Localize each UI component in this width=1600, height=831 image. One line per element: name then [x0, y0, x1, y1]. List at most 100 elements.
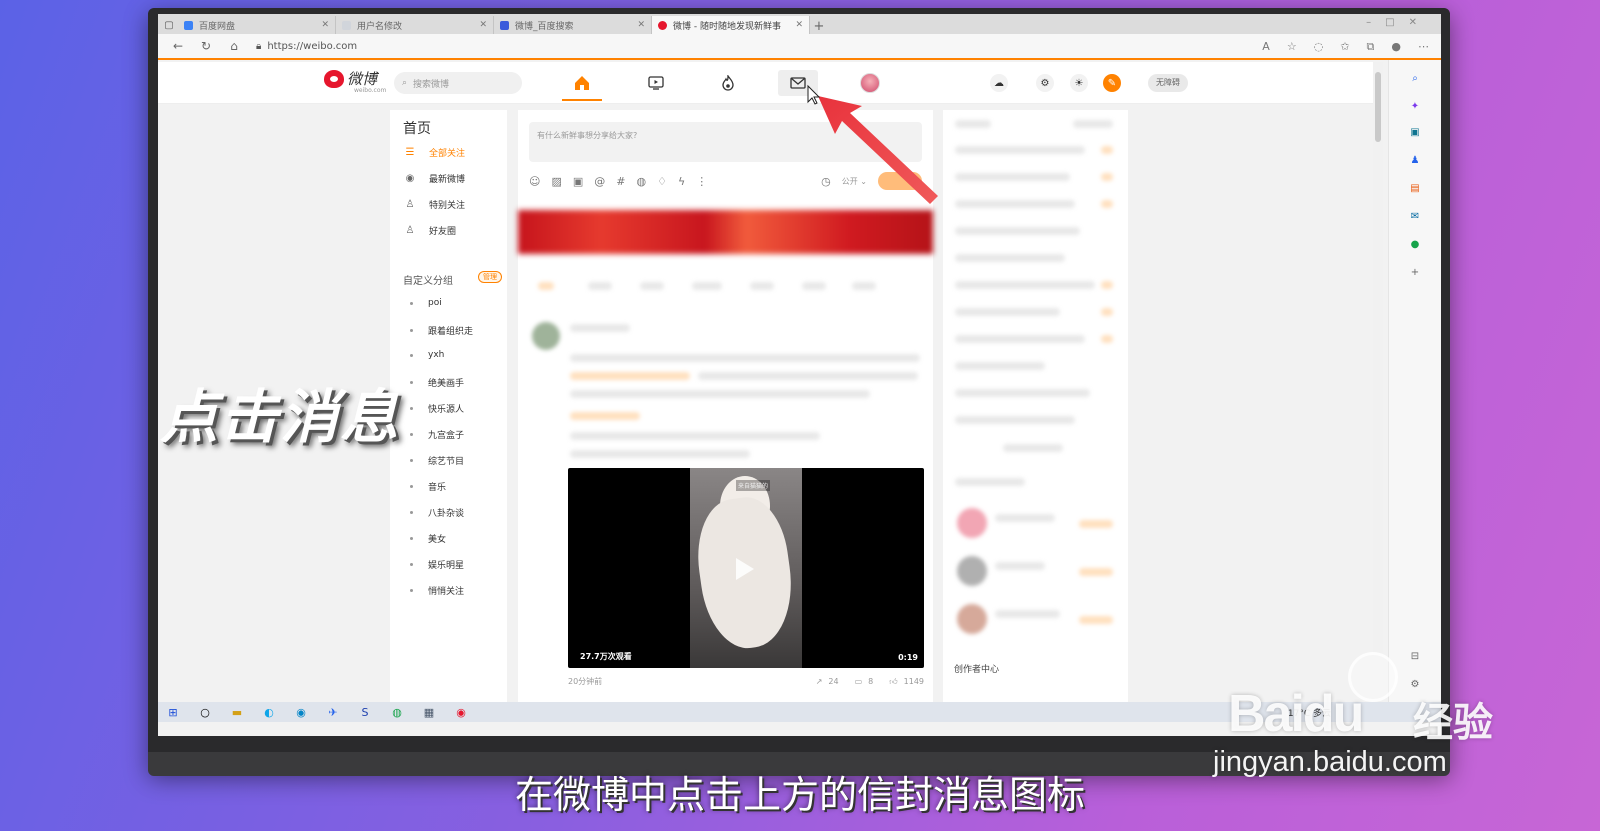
window-controls[interactable]: –□✕: [1366, 17, 1431, 28]
group-item[interactable]: 八卦杂谈: [410, 506, 464, 519]
play-icon[interactable]: [736, 558, 754, 580]
browser-tab-bar: ▢ 百度网盘 ✕ 用户名修改 ✕ 微博_百度搜索 ✕ 微博 - 随时随地发现新鲜…: [158, 14, 1441, 34]
promo-banner[interactable]: [518, 210, 933, 254]
collections-icon[interactable]: ⧉: [1367, 40, 1375, 54]
read-aloud-icon[interactable]: A: [1262, 40, 1270, 54]
group-item[interactable]: 音乐: [410, 480, 446, 493]
group-item[interactable]: 快乐源人: [410, 402, 464, 415]
group-item[interactable]: 娱乐明星: [410, 558, 464, 571]
outlook-icon[interactable]: ✉: [1409, 210, 1421, 222]
nav-hot[interactable]: [708, 70, 748, 96]
tab-actions-icon[interactable]: ▢: [160, 16, 178, 34]
visibility-select[interactable]: 公开 ⌄: [842, 176, 867, 187]
video-view-count: 27.7万次观看: [580, 652, 632, 661]
accessibility-button[interactable]: 无障碍: [1148, 74, 1188, 92]
group-item[interactable]: poi: [410, 298, 442, 308]
user-star-icon: ♙: [405, 199, 415, 210]
file-explorer-icon[interactable]: ▬: [228, 706, 246, 719]
close-tab-icon[interactable]: ✕: [637, 20, 645, 30]
sidebar-item-latest[interactable]: ◉ 最新微博: [404, 172, 465, 185]
hashtag-icon[interactable]: #: [616, 175, 625, 188]
image-icon[interactable]: ▨: [551, 175, 561, 188]
office-icon[interactable]: ▤: [1409, 182, 1421, 194]
profile-icon[interactable]: ●: [1391, 40, 1401, 54]
settings-gear-icon[interactable]: ⚙: [1036, 74, 1054, 92]
share-button[interactable]: ↗ 24: [816, 677, 839, 686]
compose-post-icon[interactable]: ✎: [1103, 74, 1121, 92]
compose-input[interactable]: 有什么新鲜事想分享给大家?: [529, 122, 922, 162]
add-icon[interactable]: +: [1409, 266, 1421, 278]
edge-browser-icon[interactable]: ◉: [292, 706, 310, 719]
url-field[interactable]: 🔒︎ https://weibo.com: [256, 41, 357, 52]
manage-groups-button[interactable]: 管理: [478, 271, 502, 283]
weibo-logo[interactable]: 微博 weibo.com: [324, 70, 386, 94]
app-s-icon[interactable]: S: [356, 706, 374, 719]
more-options-icon[interactable]: ⋮: [696, 175, 707, 188]
video-player[interactable]: 来自猫猫的 27.7万次观看 0:19: [568, 468, 924, 668]
group-item[interactable]: 悄悄关注: [410, 584, 464, 597]
group-item[interactable]: 综艺节目: [410, 454, 464, 467]
screenshot-tool-icon[interactable]: ▦: [420, 706, 438, 719]
blurred-text: [570, 450, 750, 458]
blurred-text: [995, 610, 1060, 618]
like-button[interactable]: 👍︎ 1149: [889, 677, 924, 687]
close-tab-icon[interactable]: ✕: [321, 20, 329, 30]
app-bird-icon[interactable]: ✈: [324, 706, 342, 719]
search-input[interactable]: ⌕ 搜索微博: [394, 72, 522, 94]
favorite-star-icon[interactable]: ☆: [1287, 40, 1297, 54]
mention-icon[interactable]: @: [594, 175, 605, 188]
shopping-icon[interactable]: ▣: [1409, 126, 1421, 138]
favorites-icon[interactable]: ✩: [1340, 40, 1349, 54]
back-icon[interactable]: ←: [164, 39, 192, 53]
hot-search-row: [955, 227, 1080, 235]
weibo-app-icon[interactable]: ◉: [452, 706, 470, 719]
more-icon[interactable]: ⋯: [1418, 40, 1429, 54]
poll-icon[interactable]: ♢: [657, 175, 667, 188]
theme-sun-icon[interactable]: ☀: [1070, 74, 1088, 92]
browser-tab-active[interactable]: 微博 - 随时随地发现新鲜事 ✕: [652, 16, 810, 34]
page-scrollbar[interactable]: [1373, 62, 1383, 712]
wechat-icon[interactable]: ◍: [388, 706, 406, 719]
group-title: 自定义分组: [403, 276, 453, 287]
nav-video[interactable]: [636, 70, 676, 96]
location-icon[interactable]: ◍: [637, 175, 647, 188]
schedule-clock-icon[interactable]: ◷: [821, 175, 831, 188]
nav-profile[interactable]: [850, 70, 890, 96]
search-circle-icon[interactable]: ○: [196, 706, 214, 719]
nav-messages[interactable]: [778, 70, 818, 96]
browser-tab[interactable]: 用户名修改 ✕: [336, 16, 494, 34]
new-tab-icon[interactable]: +: [810, 19, 828, 34]
sidebar-item-all-follows[interactable]: ☰ 全部关注: [404, 146, 466, 159]
comment-button[interactable]: ▭ 8: [855, 677, 874, 686]
home-icon[interactable]: ⌂: [220, 39, 248, 53]
browser-tab[interactable]: 百度网盘 ✕: [178, 16, 336, 34]
extension-icon[interactable]: ◌: [1314, 40, 1324, 54]
group-item[interactable]: 美女: [410, 532, 446, 545]
group-item[interactable]: 跟着组织走: [410, 324, 473, 337]
games-icon[interactable]: ●: [1409, 238, 1421, 250]
chat-icon[interactable]: ◐: [260, 706, 278, 719]
scrollbar-thumb[interactable]: [1375, 72, 1381, 142]
sidebar-item-special[interactable]: ♙ 特别关注: [404, 198, 466, 211]
close-tab-icon[interactable]: ✕: [479, 20, 487, 30]
search-icon[interactable]: ⌕: [1409, 72, 1421, 84]
copilot-sparkle-icon[interactable]: ✦: [1409, 100, 1421, 112]
refresh-icon[interactable]: ↻: [192, 39, 220, 53]
target-icon: ◉: [405, 173, 415, 184]
nav-home[interactable]: [562, 70, 602, 101]
group-item[interactable]: 绝美画手: [410, 376, 464, 389]
windows-start-icon[interactable]: ⊞: [164, 706, 182, 719]
ai-assistant-icon[interactable]: ☁: [990, 74, 1008, 92]
group-item[interactable]: 九宫盒子: [410, 428, 464, 441]
video-upload-icon[interactable]: ▣: [573, 175, 583, 188]
send-button[interactable]: [878, 172, 922, 190]
group-label: 娱乐明星: [428, 561, 465, 571]
sidebar-item-friends[interactable]: ♙ 好友圈: [404, 224, 457, 237]
emoji-icon[interactable]: ☺: [529, 175, 540, 188]
creator-center-title[interactable]: 创作者中心: [954, 662, 999, 675]
browser-tab[interactable]: 微博_百度搜索 ✕: [494, 16, 652, 34]
close-tab-icon[interactable]: ✕: [795, 20, 803, 30]
lightning-icon[interactable]: ϟ: [678, 175, 685, 188]
people-icon[interactable]: ♟: [1409, 154, 1421, 166]
group-item[interactable]: yxh: [410, 350, 444, 360]
